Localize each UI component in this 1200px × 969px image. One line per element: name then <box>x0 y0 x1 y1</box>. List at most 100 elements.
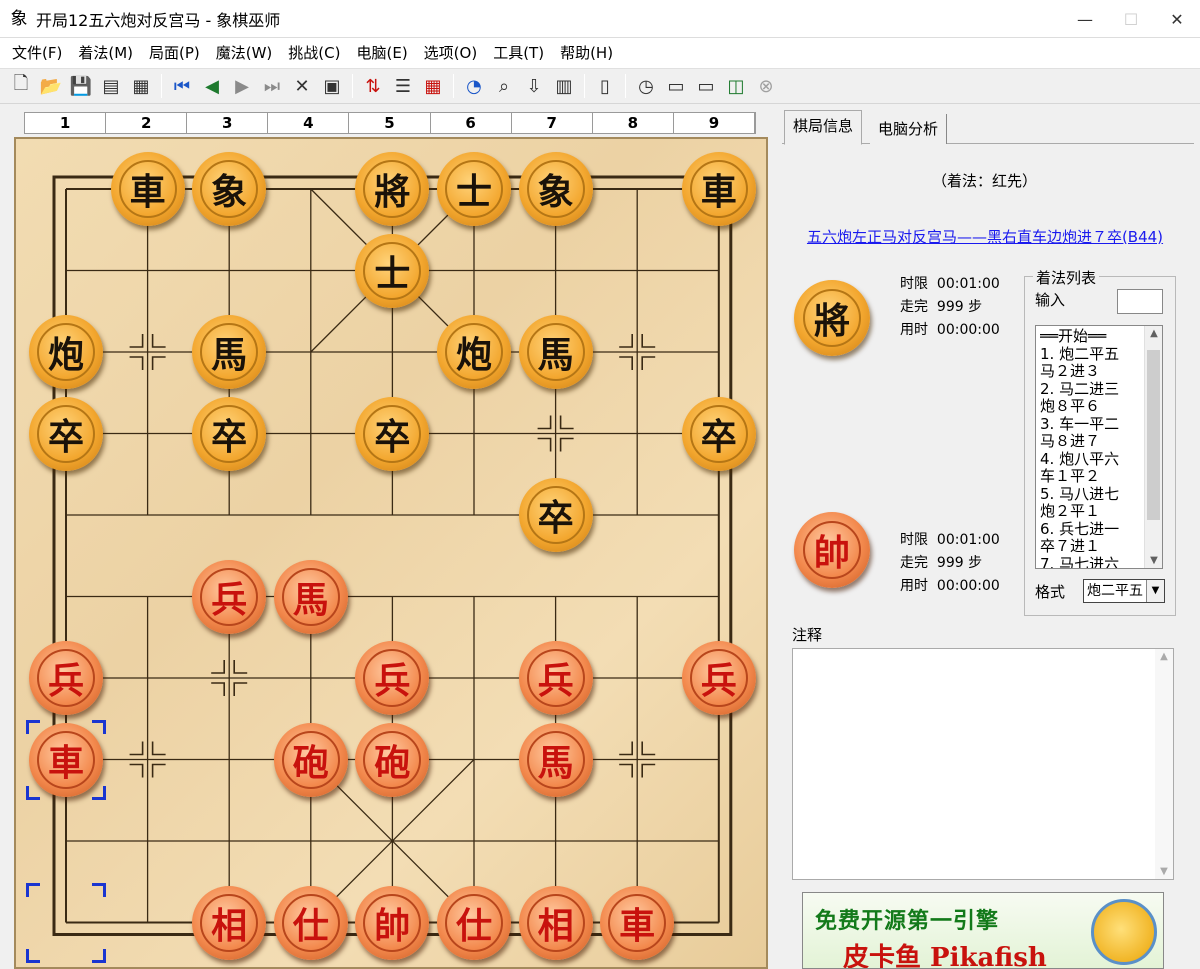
red-piece[interactable]: 兵 <box>355 641 430 715</box>
previous-move-icon[interactable]: ◀ <box>199 73 225 99</box>
move-list-item[interactable]: 1. 炮二平五 <box>1040 346 1146 364</box>
move-list-item[interactable]: 4. 炮八平六 <box>1040 451 1146 469</box>
notes-scroll-up-icon[interactable]: ▲ <box>1155 651 1173 662</box>
black-piece[interactable]: 士 <box>355 233 430 308</box>
clipboard-icon[interactable]: ▥ <box>551 73 577 99</box>
black-piece[interactable]: 將 <box>355 152 430 226</box>
black-piece[interactable]: 卒 <box>518 478 593 552</box>
search-analysis-icon[interactable]: ⌕ <box>491 73 517 99</box>
book-icon[interactable]: ▯ <box>592 73 618 99</box>
move-input-field[interactable] <box>1117 289 1163 314</box>
computer-play-icon[interactable]: ▭ <box>663 73 689 99</box>
pikafish-banner[interactable]: 免费开源第一引擎 皮卡鱼 Pikafish <box>802 892 1164 969</box>
last-move-icon[interactable]: ⏭ <box>259 73 285 99</box>
scroll-up-icon[interactable]: ▲ <box>1145 328 1162 339</box>
red-piece[interactable]: 車 <box>29 722 103 797</box>
format-select[interactable]: 炮二平五 ▼ <box>1083 579 1165 603</box>
move-list-item[interactable]: 5. 马八进七 <box>1040 486 1146 504</box>
red-piece[interactable]: 仕 <box>273 885 348 960</box>
black-player-timer: 时限 00:01:00 走完 999 步 用时 00:00:00 <box>882 273 1000 342</box>
menu-computer[interactable]: 电脑(E) <box>348 38 415 68</box>
move-list-item[interactable]: 卒７进１ <box>1040 538 1146 556</box>
red-piece[interactable]: 仕 <box>437 885 511 960</box>
menu-file[interactable]: 文件(F) <box>4 38 70 68</box>
black-piece[interactable]: 卒 <box>29 396 103 471</box>
black-piece[interactable]: 卒 <box>681 396 756 471</box>
red-piece[interactable]: 相 <box>518 885 593 960</box>
tab-game-info[interactable]: 棋局信息 <box>784 110 863 145</box>
first-move-icon[interactable]: ⏮ <box>169 73 195 99</box>
flip-board-icon[interactable]: ⇅ <box>360 73 386 99</box>
move-list-item[interactable]: 马８进７ <box>1040 433 1146 451</box>
computer-settings-icon[interactable]: ▭ <box>693 73 719 99</box>
clock-icon[interactable]: ◷ <box>633 73 659 99</box>
new-document-icon[interactable]: 🗋 <box>8 73 34 99</box>
black-piece[interactable]: 車 <box>110 152 185 226</box>
move-list-item[interactable]: 车１平２ <box>1040 468 1146 486</box>
notes-scroll-down-icon[interactable]: ▼ <box>1155 866 1173 877</box>
import-icon[interactable]: ⇩ <box>521 73 547 99</box>
monitor-chart-icon[interactable]: ◫ <box>723 73 749 99</box>
properties-icon[interactable]: ▦ <box>128 73 154 99</box>
delete-icon[interactable]: ✕ <box>289 73 315 99</box>
black-piece[interactable]: 象 <box>192 152 267 226</box>
red-piece[interactable]: 馬 <box>273 559 348 634</box>
print-icon[interactable]: ▤ <box>98 73 124 99</box>
notes-textarea[interactable]: ▲ ▼ <box>792 648 1174 880</box>
scroll-thumb[interactable] <box>1147 350 1160 520</box>
red-piece[interactable]: 帥 <box>355 885 430 960</box>
black-piece[interactable]: 炮 <box>437 315 511 389</box>
black-piece[interactable]: 車 <box>681 152 756 226</box>
red-piece[interactable]: 相 <box>192 885 267 960</box>
menu-options[interactable]: 选项(O) <box>416 38 486 68</box>
next-move-icon[interactable]: ▶ <box>229 73 255 99</box>
move-list-item[interactable]: 炮８平６ <box>1040 398 1146 416</box>
red-piece[interactable]: 砲 <box>355 722 430 797</box>
notes-scrollbar[interactable]: ▲ ▼ <box>1155 649 1173 879</box>
move-tree-icon[interactable]: ☰ <box>390 73 416 99</box>
red-piece[interactable]: 砲 <box>273 722 348 797</box>
opening-name-link[interactable]: 五六炮左正马对反宫马——黑右直车边炮进７卒(B44) <box>798 228 1172 246</box>
move-list-item[interactable]: 7. 马七进六 <box>1040 556 1146 569</box>
black-piece[interactable]: 卒 <box>192 396 267 471</box>
move-list-item[interactable]: 3. 车一平二 <box>1040 416 1146 434</box>
menu-challenge[interactable]: 挑战(C) <box>280 38 348 68</box>
open-folder-icon[interactable]: 📂 <box>38 73 64 99</box>
paste-icon[interactable]: ▣ <box>319 73 345 99</box>
red-piece[interactable]: 馬 <box>518 722 593 797</box>
red-piece[interactable]: 車 <box>600 885 675 960</box>
close-button[interactable]: ✕ <box>1154 0 1200 38</box>
position-marker <box>641 741 656 756</box>
black-piece[interactable]: 卒 <box>355 396 430 471</box>
move-list-item[interactable]: 马２进３ <box>1040 363 1146 381</box>
move-list-box[interactable]: ══开始══ 1. 炮二平五 马２进３ 2. 马二进三 炮８平６ 3. 车一平二 马８… <box>1035 325 1163 569</box>
menu-position[interactable]: 局面(P) <box>141 38 208 68</box>
red-piece[interactable]: 兵 <box>681 641 756 715</box>
red-piece[interactable]: 兵 <box>518 641 593 715</box>
black-piece[interactable]: 炮 <box>29 315 103 389</box>
black-piece[interactable]: 象 <box>518 152 593 226</box>
scroll-down-icon[interactable]: ▼ <box>1145 555 1162 566</box>
black-piece[interactable]: 馬 <box>518 315 593 389</box>
black-piece[interactable]: 馬 <box>192 315 267 389</box>
menu-help[interactable]: 帮助(H) <box>552 38 621 68</box>
red-piece[interactable]: 兵 <box>29 641 103 715</box>
board-grid-icon[interactable]: ▦ <box>420 73 446 99</box>
tab-computer-analysis[interactable]: 电脑分析 <box>870 114 948 144</box>
move-list-item[interactable]: ══开始══ <box>1040 328 1146 346</box>
move-list-item[interactable]: 2. 马二进三 <box>1040 381 1146 399</box>
menu-moves[interactable]: 着法(M) <box>70 38 141 68</box>
move-list-scrollbar[interactable]: ▲ ▼ <box>1144 326 1162 568</box>
menu-magic[interactable]: 魔法(W) <box>208 38 281 68</box>
stop-icon[interactable]: ⊗ <box>753 73 779 99</box>
engine-icon[interactable]: ◔ <box>461 73 487 99</box>
black-piece[interactable]: 士 <box>437 152 511 226</box>
menu-tools[interactable]: 工具(T) <box>485 38 552 68</box>
red-piece[interactable]: 兵 <box>192 559 267 634</box>
save-icon[interactable]: 💾 <box>68 73 94 99</box>
xiangqi-board[interactable]: 車象將士象車士炮馬炮馬卒卒卒卒卒兵馬兵兵兵兵車砲砲馬相仕帥仕相車 <box>14 137 768 969</box>
move-list-item[interactable]: 6. 兵七进一 <box>1040 521 1146 539</box>
move-list-item[interactable]: 炮２平１ <box>1040 503 1146 521</box>
minimize-button[interactable]: — <box>1062 0 1108 38</box>
chevron-down-icon[interactable]: ▼ <box>1146 580 1164 602</box>
